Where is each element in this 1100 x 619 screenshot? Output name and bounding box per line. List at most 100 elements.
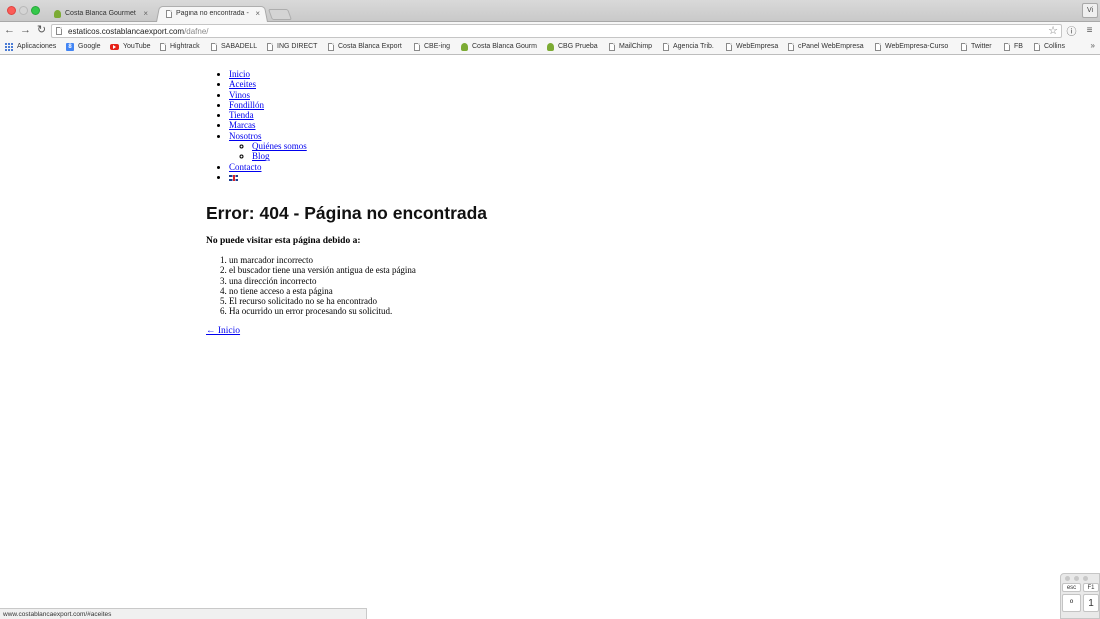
profile-button[interactable]: Vi (1082, 3, 1098, 18)
bookmarks-bar: Aplicaciones 8 Google YouTube Hightrack … (0, 39, 1100, 55)
page-favicon-icon (166, 9, 172, 18)
english-flag-icon[interactable] (229, 172, 238, 182)
list-item: un marcador incorrecto (229, 255, 416, 265)
bookmark-star-icon[interactable]: ☆ (1048, 24, 1058, 37)
tab-pagina-no-encontrada[interactable]: Pagina no encontrada - Co × (156, 5, 268, 22)
page-icon (788, 42, 794, 51)
f1-key[interactable]: F1 (1083, 583, 1099, 592)
tab-label: Pagina no encontrada - Co (176, 10, 252, 17)
nosotros-submenu: Quiénes somos Blog (252, 141, 307, 162)
bookmark-cpanel-webempresa[interactable]: cPanel WebEmpresa (788, 39, 864, 54)
list-item: El recurso solicitado no se ha encontrad… (229, 296, 416, 306)
leaf-favicon-icon (54, 9, 61, 18)
keyboard-viewer-zoom-button[interactable] (1083, 576, 1088, 581)
bookmark-sabadell[interactable]: SABADELL (211, 39, 257, 54)
nav-link-aceites[interactable]: Aceites (229, 79, 256, 89)
page-icon (328, 42, 334, 51)
bookmark-webempresa-curso[interactable]: WebEmpresa-Curso (875, 39, 948, 54)
tab-costa-blanca-gourmet[interactable]: Costa Blanca Gourmet × (44, 5, 156, 22)
page-icon (1034, 42, 1040, 51)
bookmark-agencia-trib[interactable]: Agencia Trib. (663, 39, 714, 54)
browser-toolbar: ← → ↻ estaticos.costablancaexport.com/da… (0, 22, 1100, 39)
page-icon (414, 42, 420, 51)
bookmark-label: Collins (1044, 43, 1066, 50)
minimize-window-button[interactable] (19, 6, 28, 15)
bookmark-label: ING DIRECT (277, 43, 318, 50)
page-icon (663, 42, 669, 51)
page-icon (961, 42, 967, 51)
bookmark-label: CBE-ing (424, 43, 451, 50)
address-bar[interactable]: estaticos.costablancaexport.com/dafne/ ☆ (51, 24, 1062, 38)
nav-link-quienes-somos[interactable]: Quiénes somos (252, 141, 307, 151)
page-content: Inicio Aceites Vinos Fondillón Tienda Ma… (0, 56, 1100, 607)
nav-item-nosotros: Nosotros Quiénes somos Blog (229, 131, 307, 162)
nav-link-fondillon[interactable]: Fondillón (229, 100, 264, 110)
youtube-icon (110, 43, 119, 50)
nav-item-tienda: Tienda (229, 110, 307, 120)
menu-icon[interactable]: ≡ (1083, 24, 1096, 37)
home-link[interactable]: ← Inicio (206, 326, 240, 336)
site-nav: Inicio Aceites Vinos Fondillón Tienda Ma… (229, 69, 307, 182)
ordinal-key[interactable]: º (1062, 594, 1081, 612)
bookmark-label: CBG Prueba (558, 43, 598, 50)
bookmark-label: Twitter (971, 43, 992, 50)
bookmark-label: cPanel WebEmpresa (798, 43, 864, 50)
bookmark-cbe-ing[interactable]: CBE-ing (414, 39, 450, 54)
nav-item-aceites: Aceites (229, 79, 307, 89)
bookmark-costa-blanca-export[interactable]: Costa Blanca Export (328, 39, 402, 54)
bookmark-google[interactable]: 8 Google (66, 39, 101, 54)
nav-link-tienda[interactable]: Tienda (229, 110, 254, 120)
bookmark-label: YouTube (123, 43, 151, 50)
list-item: el buscador tiene una versión antigua de… (229, 265, 416, 275)
page-icon (267, 42, 273, 51)
nav-link-vinos[interactable]: Vinos (229, 90, 250, 100)
nav-item-inicio: Inicio (229, 69, 307, 79)
bookmark-mailchimp[interactable]: MailChimp (609, 39, 652, 54)
nav-link-contacto[interactable]: Contacto (229, 162, 262, 172)
back-arrow-icon[interactable]: ← (3, 24, 16, 37)
bookmark-label: Costa Blanca Export (338, 43, 402, 50)
bookmark-twitter[interactable]: Twitter (961, 39, 992, 54)
page-icon (726, 42, 732, 51)
nav-item-fondillon: Fondillón (229, 100, 307, 110)
close-tab-icon[interactable]: × (255, 9, 260, 18)
bookmark-collins[interactable]: Collins (1034, 39, 1065, 54)
close-tab-icon[interactable]: × (143, 9, 148, 18)
bookmark-aplicaciones[interactable]: Aplicaciones (5, 39, 56, 54)
bookmark-label: Agencia Trib. (673, 43, 714, 50)
bookmark-fb[interactable]: FB (1004, 39, 1023, 54)
bookmark-webempresa[interactable]: WebEmpresa (726, 39, 778, 54)
nav-item-language (229, 172, 307, 182)
nav-link-nosotros[interactable]: Nosotros (229, 131, 262, 141)
extension-icon[interactable]: ⓘ (1065, 24, 1078, 38)
bookmark-label: Google (78, 43, 101, 50)
bookmark-hightrack[interactable]: Hightrack (160, 39, 200, 54)
page-title: Error: 404 - Página no encontrada (206, 203, 488, 223)
one-key[interactable]: 1 (1083, 594, 1099, 612)
nav-link-marcas[interactable]: Marcas (229, 120, 256, 130)
close-window-button[interactable] (7, 6, 16, 15)
bookmark-youtube[interactable]: YouTube (110, 39, 151, 54)
bookmark-label: Hightrack (170, 43, 200, 50)
bookmark-costa-blanca-gourm[interactable]: Costa Blanca Gourm (461, 39, 537, 54)
new-tab-button[interactable] (267, 9, 293, 20)
url-host: estaticos.costablancaexport.com (68, 26, 185, 36)
maximize-window-button[interactable] (31, 6, 40, 15)
nav-link-inicio[interactable]: Inicio (229, 69, 250, 79)
bookmark-ing-direct[interactable]: ING DIRECT (267, 39, 317, 54)
bookmark-cbg-prueba[interactable]: CBG Prueba (547, 39, 598, 54)
nav-item-vinos: Vinos (229, 90, 307, 100)
error-reasons-list: un marcador incorrecto el buscador tiene… (229, 255, 416, 317)
bookmark-label: WebEmpresa-Curso (885, 43, 949, 50)
forward-arrow-icon[interactable]: → (19, 24, 32, 37)
esc-key[interactable]: esc (1062, 583, 1081, 592)
page-icon (160, 42, 166, 51)
leaf-favicon-icon (547, 42, 554, 51)
nav-link-blog[interactable]: Blog (252, 151, 270, 161)
keyboard-viewer-close-button[interactable] (1065, 576, 1070, 581)
nav-item-marcas: Marcas (229, 120, 307, 130)
bookmarks-overflow-icon[interactable]: » (1091, 41, 1095, 50)
reload-icon[interactable]: ↻ (35, 24, 48, 37)
keyboard-viewer-minimize-button[interactable] (1074, 576, 1079, 581)
bookmark-label: WebEmpresa (736, 43, 779, 50)
